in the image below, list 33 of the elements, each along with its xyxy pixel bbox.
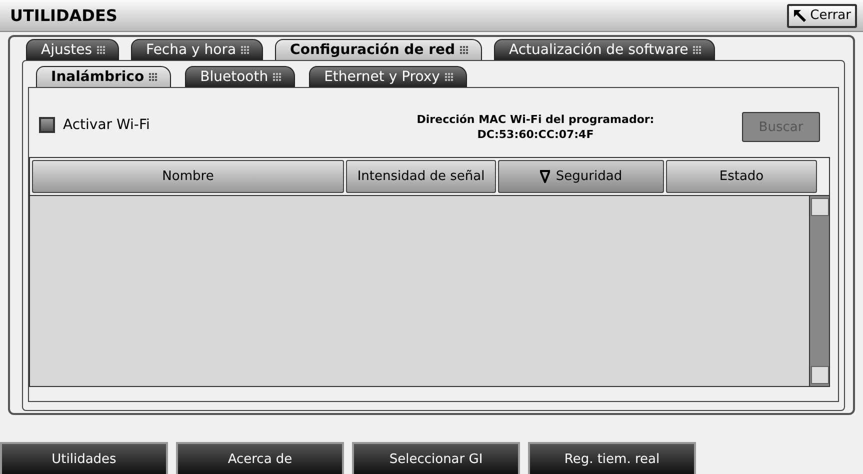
scroll-down-icon[interactable] bbox=[810, 366, 828, 384]
mac-address: DC:53:60:CC:07:4F bbox=[477, 127, 594, 142]
grip-icon bbox=[693, 46, 702, 54]
nav-button[interactable]: Seleccionar GI bbox=[352, 442, 520, 474]
nav-button[interactable]: Utilidades bbox=[0, 442, 168, 474]
scrollbar[interactable] bbox=[809, 196, 829, 386]
nav-button[interactable]: Reg. tiem. real bbox=[528, 442, 696, 474]
checkbox[interactable] bbox=[39, 117, 55, 133]
window-title: UTILIDADES bbox=[10, 6, 118, 25]
tab[interactable]: Bluetooth bbox=[185, 66, 296, 87]
tab[interactable]: Inalámbrico bbox=[36, 66, 172, 87]
close-button[interactable]: Cerrar bbox=[787, 4, 857, 28]
grip-icon bbox=[273, 72, 282, 82]
grip-icon bbox=[460, 46, 469, 54]
tab[interactable]: Fecha y hora bbox=[131, 39, 264, 60]
grip-icon bbox=[97, 46, 106, 54]
column-header[interactable]: Intensidad de señal bbox=[346, 160, 496, 193]
column-header[interactable]: Estado bbox=[666, 160, 817, 193]
nav-button[interactable]: Acerca de bbox=[176, 442, 344, 474]
tab[interactable]: Actualización de software bbox=[494, 39, 716, 60]
scroll-up-icon[interactable] bbox=[810, 198, 828, 216]
arrow-icon bbox=[793, 8, 808, 22]
column-header[interactable]: Seguridad bbox=[498, 160, 664, 193]
grip-icon bbox=[149, 72, 158, 82]
tab[interactable]: Ajustes bbox=[26, 39, 120, 60]
column-header[interactable]: Nombre bbox=[32, 160, 344, 193]
tab[interactable]: Ethernet y Proxy bbox=[309, 66, 467, 87]
grip-icon bbox=[444, 72, 454, 82]
tab[interactable]: Configuración de red bbox=[275, 39, 482, 60]
grip-icon bbox=[241, 46, 250, 54]
mac-label: Dirección MAC Wi-Fi del programador: bbox=[416, 112, 654, 127]
sort-icon bbox=[540, 170, 550, 183]
checkbox-label: Activar Wi-Fi bbox=[63, 117, 150, 133]
